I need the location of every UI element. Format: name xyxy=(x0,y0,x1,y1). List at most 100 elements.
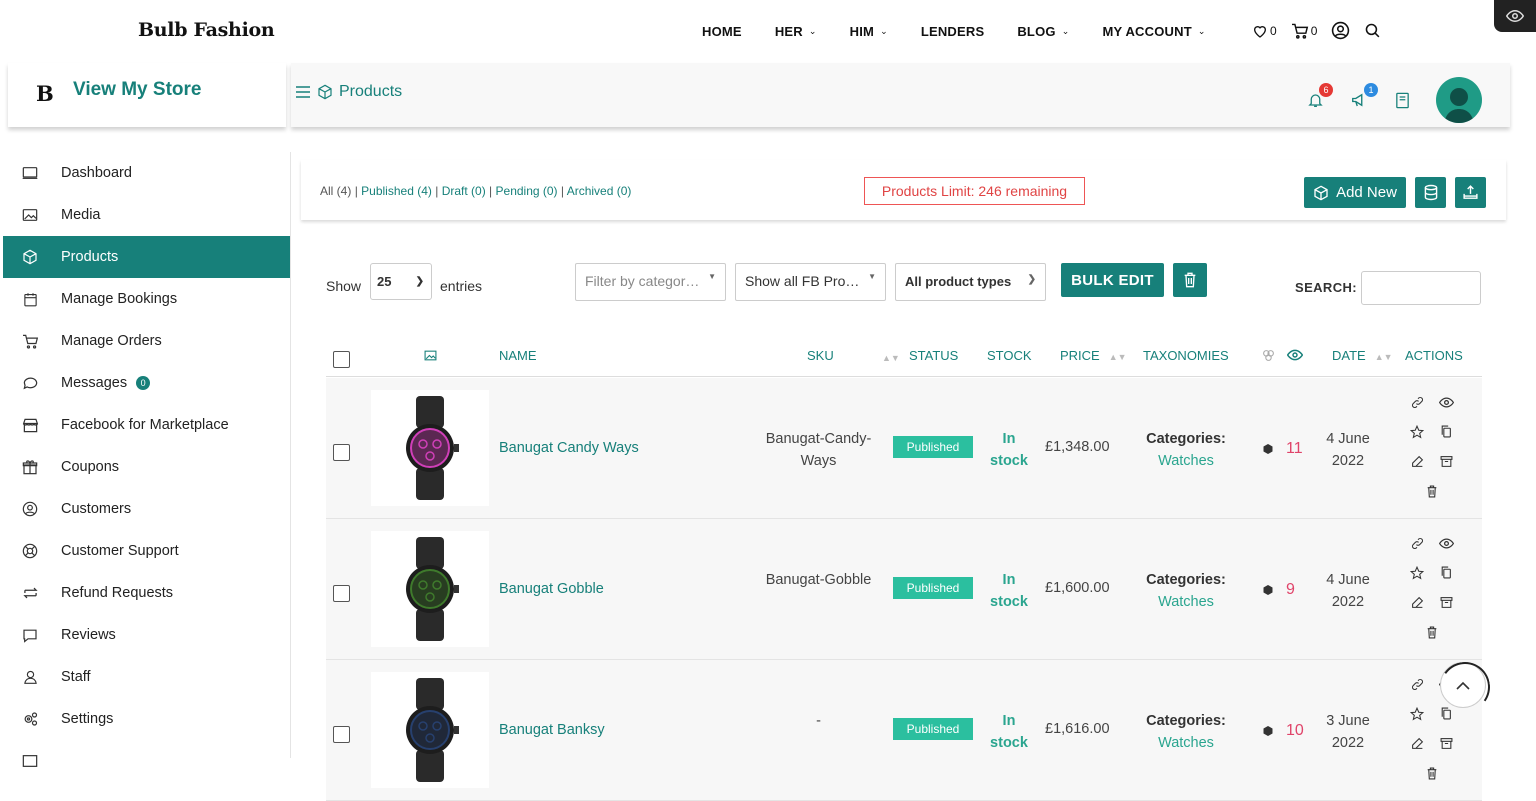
category-link[interactable]: Watches xyxy=(1136,591,1236,613)
stock-line: In xyxy=(1002,431,1016,447)
eye-icon[interactable] xyxy=(1438,535,1454,551)
edit-icon[interactable] xyxy=(1409,594,1425,610)
row-checkbox[interactable] xyxy=(333,726,350,743)
row-checkbox[interactable] xyxy=(333,444,350,461)
menu-item-him[interactable]: HIM ⌄ xyxy=(850,24,888,39)
knowledgebase-button[interactable] xyxy=(1395,92,1410,109)
archive-icon[interactable] xyxy=(1438,594,1454,610)
column-status[interactable]: STATUS xyxy=(909,348,958,363)
sidebar-item-partial[interactable] xyxy=(3,740,290,782)
lifebuoy-icon xyxy=(21,542,39,560)
sidebar-item-manage-orders[interactable]: Manage Orders xyxy=(3,320,290,362)
sidebar-item-reviews[interactable]: Reviews xyxy=(3,614,290,656)
search-button[interactable] xyxy=(1364,22,1381,39)
cart-button[interactable]: 0 xyxy=(1291,23,1317,39)
row-checkbox[interactable] xyxy=(333,585,350,602)
column-stock[interactable]: STOCK xyxy=(987,348,1032,363)
eye-icon xyxy=(1506,9,1524,23)
store-logo[interactable]: B xyxy=(36,81,54,106)
eye-icon[interactable] xyxy=(1438,394,1454,410)
category-link[interactable]: Watches xyxy=(1136,732,1236,754)
star-icon[interactable] xyxy=(1409,706,1425,722)
product-image[interactable] xyxy=(371,672,489,788)
star-icon[interactable] xyxy=(1409,565,1425,581)
star-icon[interactable] xyxy=(1409,424,1425,440)
menu-item-her[interactable]: HER ⌄ xyxy=(775,24,817,39)
sidebar-item-settings[interactable]: Settings xyxy=(3,698,290,740)
sidebar-item-media[interactable]: Media xyxy=(3,194,290,236)
menu-item-home[interactable]: HOME xyxy=(702,24,742,39)
column-price[interactable]: PRICE ▲▼ xyxy=(1060,348,1127,363)
product-image[interactable] xyxy=(371,390,489,506)
account-button[interactable] xyxy=(1331,21,1350,40)
visibility-toggle[interactable] xyxy=(1494,0,1536,32)
column-taxonomies[interactable]: TAXONOMIES xyxy=(1143,348,1229,363)
select-all-checkbox[interactable] xyxy=(333,351,350,368)
filter-archived[interactable]: Archived (0) xyxy=(567,184,632,198)
sidebar-item-customers[interactable]: Customers xyxy=(3,488,290,530)
category-filter-dropdown[interactable]: Filter by categor… ▼ xyxy=(575,263,726,301)
product-name-link[interactable]: Banugat Banksy xyxy=(499,722,605,738)
filter-published[interactable]: Published (4) xyxy=(361,184,432,198)
filter-draft[interactable]: Draft (0) xyxy=(442,184,486,198)
sidebar-item-manage-bookings[interactable]: Manage Bookings xyxy=(3,278,290,320)
filter-pending[interactable]: Pending (0) xyxy=(496,184,558,198)
sort-icon: ▲▼ xyxy=(1108,352,1127,362)
stock-manager-button[interactable] xyxy=(1415,177,1446,208)
scroll-to-top-button[interactable] xyxy=(1440,662,1486,708)
avatar[interactable] xyxy=(1436,77,1482,123)
notifications-button[interactable]: 6 xyxy=(1307,83,1333,109)
menu-item-lenders[interactable]: LENDERS xyxy=(921,24,985,39)
link-icon[interactable] xyxy=(1409,394,1425,410)
import-button[interactable] xyxy=(1455,177,1486,208)
menu-item-blog[interactable]: BLOG ⌄ xyxy=(1017,24,1069,39)
product-price: £1,600.00 xyxy=(1045,580,1110,596)
search-input[interactable] xyxy=(1361,271,1481,305)
view-my-store-link[interactable]: View My Store xyxy=(73,79,201,101)
archive-icon[interactable] xyxy=(1438,735,1454,751)
chevron-down-icon: ❯ xyxy=(1027,274,1036,285)
duplicate-icon[interactable] xyxy=(1438,423,1454,439)
sidebar-item-products[interactable]: Products xyxy=(3,236,290,278)
menu-item-my-account[interactable]: MY ACCOUNT ⌄ xyxy=(1102,24,1205,39)
site-brand[interactable]: Bulb Fashion xyxy=(138,19,275,41)
sidebar-item-facebook-marketplace[interactable]: Facebook for Marketplace xyxy=(3,404,290,446)
product-name-link[interactable]: Banugat Candy Ways xyxy=(499,440,639,456)
sidebar-item-coupons[interactable]: Coupons xyxy=(3,446,290,488)
category-link[interactable]: Watches xyxy=(1136,450,1236,472)
product-name-link[interactable]: Banugat Gobble xyxy=(499,581,604,597)
page-size-select[interactable]: 25 ❯ xyxy=(370,263,432,300)
menu-toggle-icon[interactable] xyxy=(295,85,311,99)
sidebar-item-customer-support[interactable]: Customer Support xyxy=(3,530,290,572)
bulk-edit-button[interactable]: BULK EDIT xyxy=(1061,263,1164,297)
wishlist-button[interactable]: 0 xyxy=(1252,23,1277,39)
delete-icon[interactable] xyxy=(1424,624,1440,640)
link-icon[interactable] xyxy=(1409,535,1425,551)
delete-icon[interactable] xyxy=(1424,765,1440,781)
menu-label: HER xyxy=(774,24,803,39)
sidebar-item-refund-requests[interactable]: Refund Requests xyxy=(3,572,290,614)
add-new-button[interactable]: Add New xyxy=(1304,177,1406,208)
fb-product-filter-dropdown[interactable]: Show all FB Pro… ▼ xyxy=(735,263,886,301)
edit-icon[interactable] xyxy=(1409,735,1425,751)
link-icon[interactable] xyxy=(1409,676,1425,692)
sidebar-item-messages[interactable]: Messages 0 xyxy=(3,362,290,404)
date-line: 2022 xyxy=(1331,735,1365,751)
cube-solid-icon xyxy=(1262,443,1274,455)
filter-all[interactable]: All (4) xyxy=(320,184,351,198)
table-header: NAME SKU ▲▼ STATUS STOCK PRICE ▲▼ TAXONOM… xyxy=(326,339,1482,377)
duplicate-icon[interactable] xyxy=(1438,564,1454,580)
announcements-button[interactable]: 1 xyxy=(1350,83,1378,109)
column-sku[interactable]: SKU xyxy=(807,348,834,363)
stock-line: stock xyxy=(990,594,1028,610)
edit-icon[interactable] xyxy=(1409,453,1425,469)
archive-icon[interactable] xyxy=(1438,453,1454,469)
bulk-delete-button[interactable] xyxy=(1173,263,1207,297)
product-type-select[interactable]: All product types ❯ xyxy=(895,263,1046,301)
delete-icon[interactable] xyxy=(1424,483,1440,499)
sidebar-item-dashboard[interactable]: Dashboard xyxy=(3,152,290,194)
column-name[interactable]: NAME xyxy=(499,348,537,363)
product-image[interactable] xyxy=(371,531,489,647)
column-date[interactable]: DATE ▲▼ xyxy=(1332,348,1393,363)
sidebar-item-staff[interactable]: Staff xyxy=(3,656,290,698)
